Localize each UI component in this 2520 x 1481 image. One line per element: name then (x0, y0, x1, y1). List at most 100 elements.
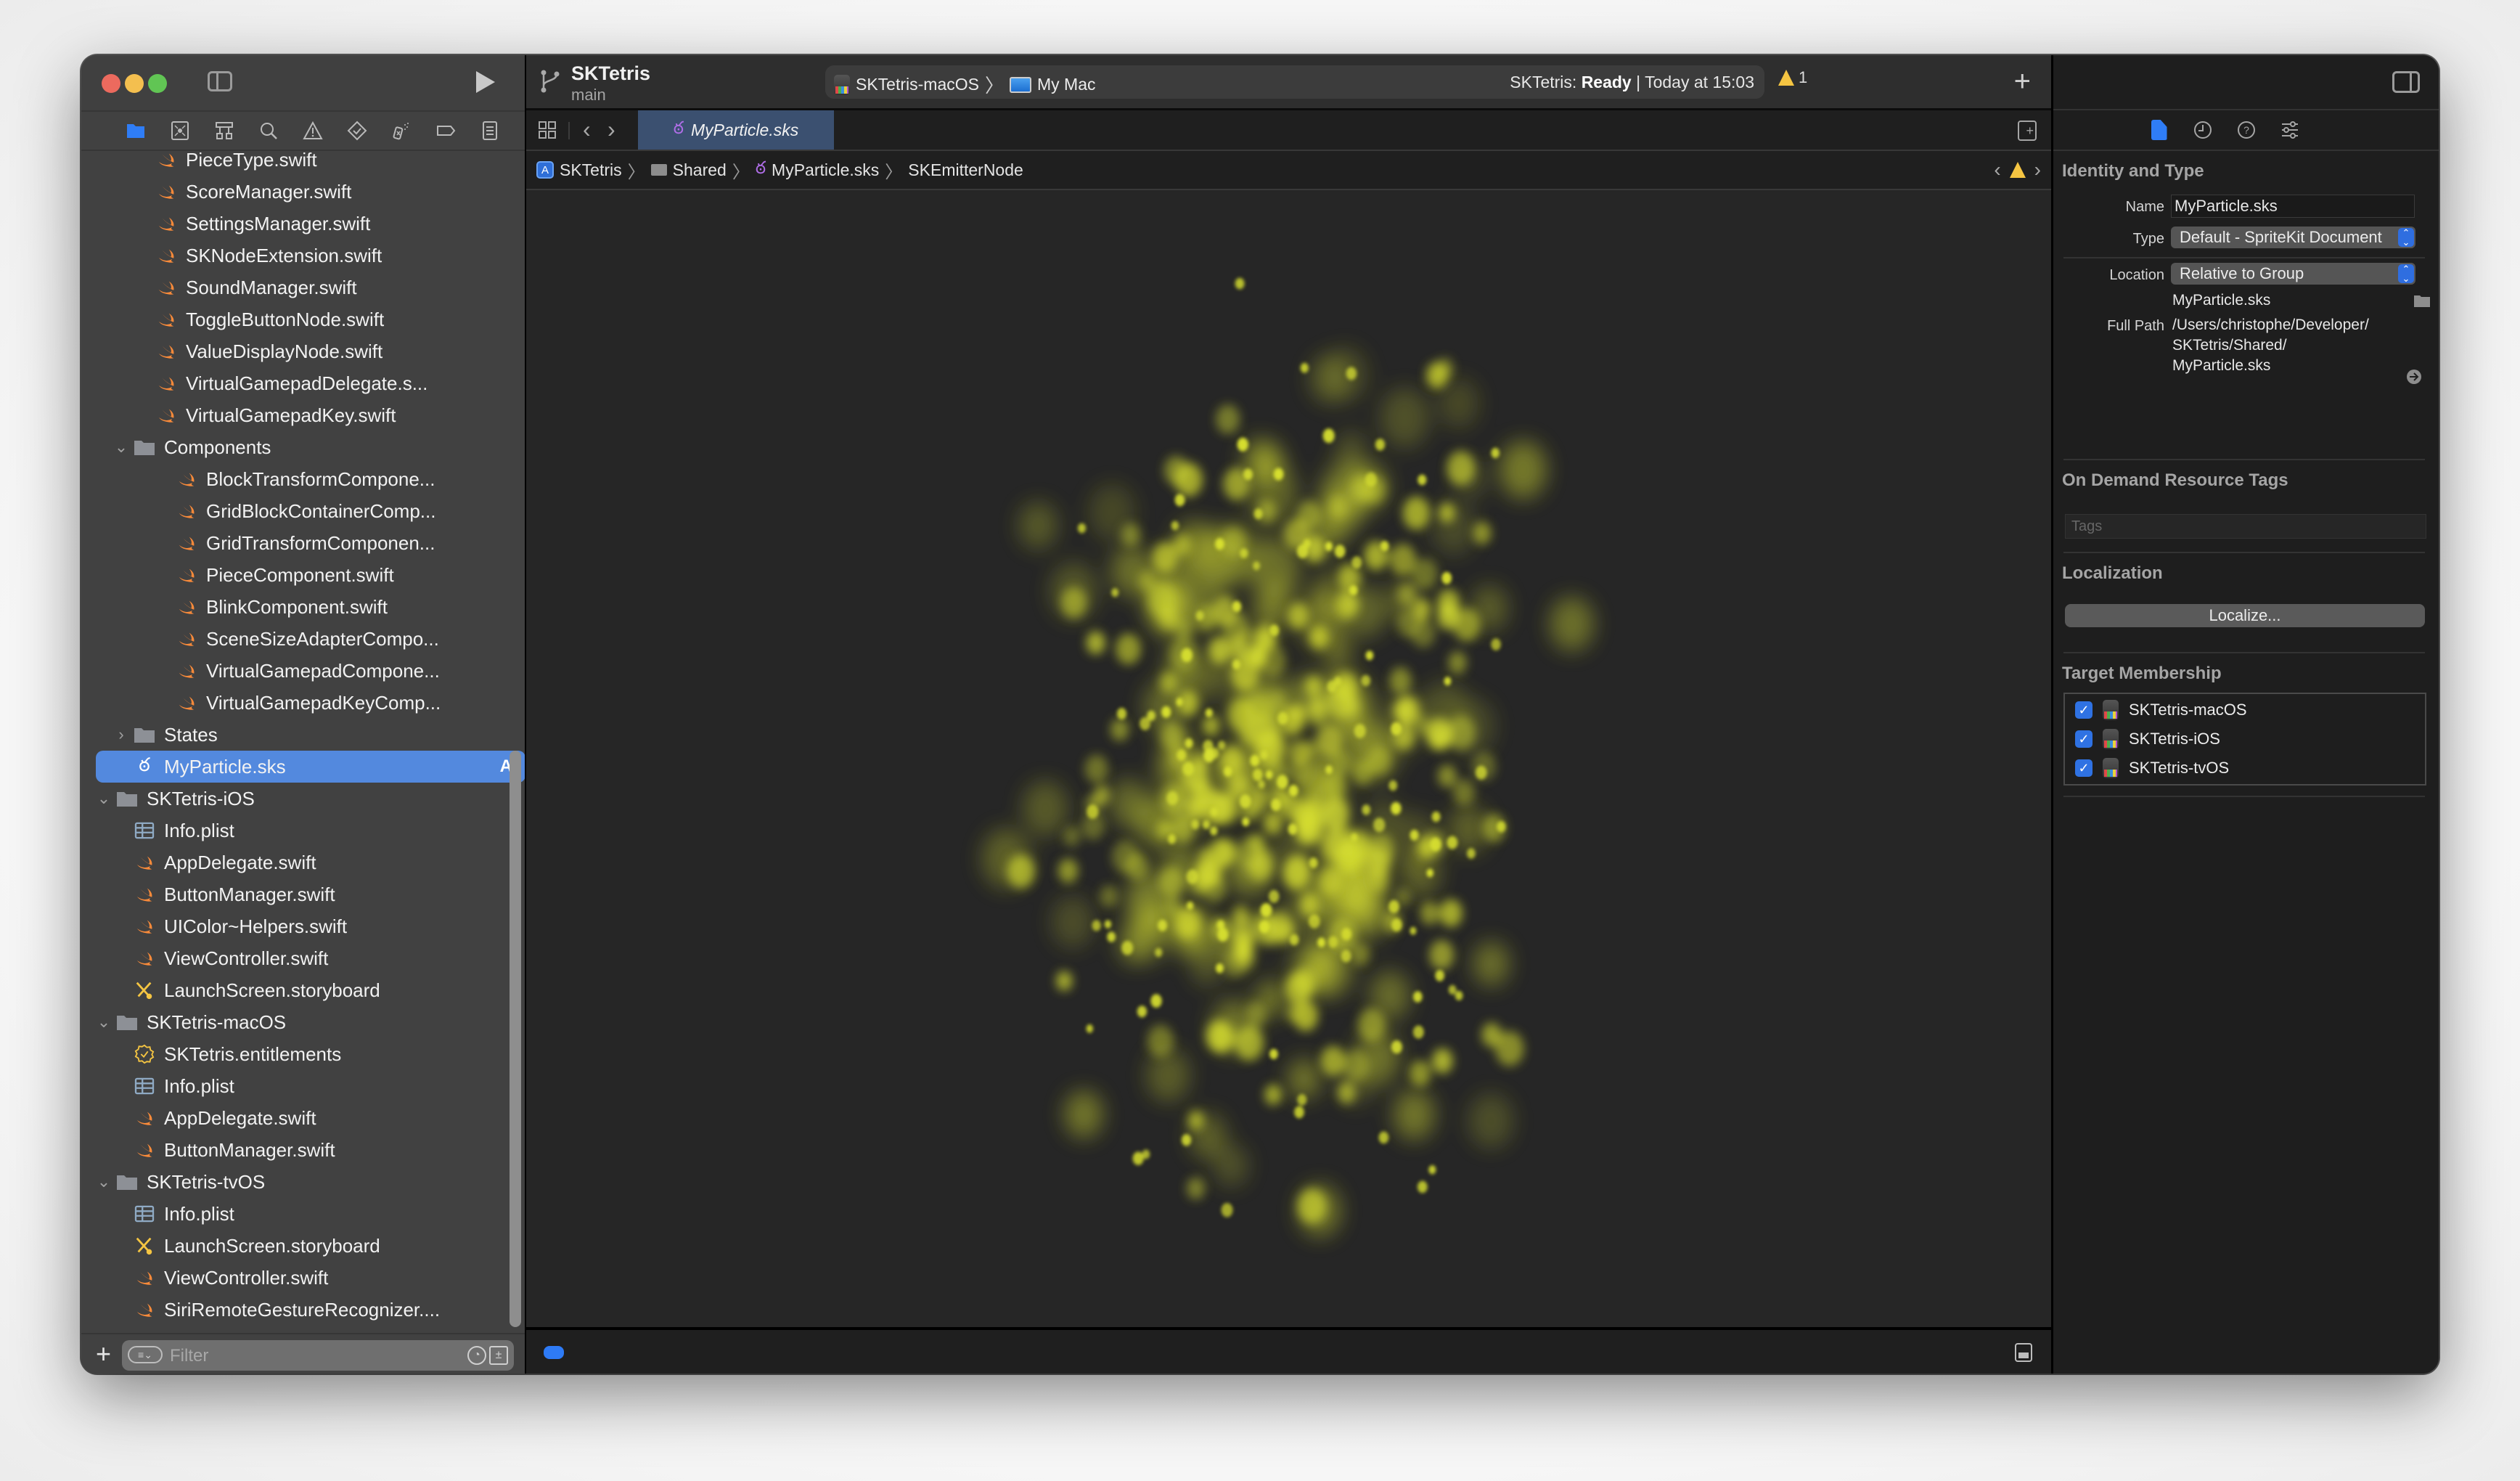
type-popup[interactable]: Default - SpriteKit Document ⌃ ⌄ (2171, 227, 2415, 248)
file-row[interactable]: Info.plist (96, 1070, 525, 1102)
divider (2063, 257, 2425, 258)
toggle-debug-area-icon[interactable] (2015, 1343, 2032, 1362)
name-field[interactable] (2171, 195, 2415, 218)
file-row[interactable]: GridBlockContainerComp... (96, 495, 525, 527)
folder-row[interactable]: ⌄ SKTetris-iOS (96, 783, 488, 815)
warning-badge[interactable]: 1 (1778, 68, 1807, 87)
diamond-check-icon[interactable] (335, 116, 379, 145)
file-row[interactable]: BlinkComponent.swift (96, 591, 525, 623)
file-row[interactable]: SKNodeExtension.swift (96, 240, 525, 272)
file-row[interactable]: SoundManager.swift (96, 272, 525, 303)
warning-icon[interactable] (290, 116, 335, 145)
source-control-icon[interactable] (158, 116, 202, 145)
next-issue-button[interactable]: › (2034, 158, 2041, 181)
file-row[interactable]: SettingsManager.swift (96, 208, 525, 240)
file-row[interactable]: ButtonManager.swift (96, 1134, 525, 1166)
close-button[interactable] (102, 74, 120, 93)
file-row[interactable]: ViewController.swift (96, 942, 525, 974)
target-checkbox[interactable]: ✓ (2075, 759, 2092, 777)
file-row[interactable]: AppDelegate.swift (96, 1102, 525, 1134)
localize-button[interactable]: Localize... (2065, 604, 2425, 627)
file-row[interactable]: ToggleButtonNode.swift (96, 303, 525, 335)
filter-options-icon[interactable]: ≡⌄ (128, 1346, 163, 1363)
file-row[interactable]: ScoreManager.swift (96, 176, 525, 208)
scheme-selector[interactable]: SKTetris-macOS 〉 My Mac (834, 71, 1096, 98)
file-row[interactable]: VirtualGamepadDelegate.s... (96, 367, 525, 399)
file-row[interactable]: PieceComponent.swift (96, 559, 525, 591)
disclosure-expanded-icon[interactable]: ⌄ (113, 438, 129, 457)
history-icon[interactable] (2192, 119, 2214, 141)
folder-icon[interactable] (2413, 293, 2431, 308)
disclosure-expanded-icon[interactable]: ⌄ (96, 789, 112, 808)
file-row[interactable]: LaunchScreen.storyboard (96, 974, 525, 1006)
folder-icon[interactable] (113, 116, 158, 145)
file-row[interactable]: ViewController.swift (96, 1262, 525, 1294)
forward-button[interactable]: › (608, 116, 615, 143)
folder-row[interactable]: ⌄ Components (96, 431, 505, 463)
file-row[interactable]: VirtualGamepadKey.swift (96, 399, 525, 431)
toggle-navigator-icon[interactable] (208, 71, 232, 91)
folder-row[interactable]: ⌄ SKTetris-macOS (96, 1006, 488, 1038)
library-add-button[interactable]: + (2014, 65, 2031, 98)
reveal-in-finder-icon[interactable] (2406, 369, 2422, 385)
previous-issue-button[interactable]: ‹ (1994, 158, 2000, 181)
file-row[interactable]: VirtualGamepadKeyComp... (96, 687, 525, 719)
split-editor-icon[interactable]: + (2018, 121, 2037, 141)
particle (1205, 708, 1213, 718)
breakpoint-icon[interactable] (423, 116, 467, 145)
target-checkbox[interactable]: ✓ (2075, 730, 2092, 748)
file-row[interactable]: ValueDisplayNode.swift (96, 335, 525, 367)
breadcrumb-project[interactable]: A SKTetris (536, 160, 622, 180)
folder-row[interactable]: › States (96, 719, 505, 751)
file-inspector-icon[interactable] (2148, 119, 2170, 141)
run-button[interactable] (476, 71, 495, 93)
search-icon[interactable] (246, 116, 290, 145)
breadcrumb-node[interactable]: SKEmitterNode (908, 160, 1023, 180)
file-row[interactable]: ఠ MyParticle.sks A (96, 751, 525, 783)
disclosure-expanded-icon[interactable]: ⌄ (96, 1013, 112, 1032)
debug-area-indicator[interactable] (544, 1346, 564, 1359)
file-row[interactable]: UIColor~Helpers.swift (96, 910, 525, 942)
recent-files-icon[interactable]: ◔ (467, 1346, 486, 1365)
sidebar-scrollbar[interactable] (510, 751, 521, 1327)
file-row[interactable]: BlockTransformCompone... (96, 463, 525, 495)
tab-myparticle[interactable]: ఠ MyParticle.sks (638, 110, 834, 150)
attributes-inspector-icon[interactable] (2279, 119, 2301, 141)
spray-icon[interactable] (379, 116, 423, 145)
location-popup[interactable]: Relative to Group ⌃ ⌄ (2171, 263, 2415, 285)
file-row[interactable]: AppDelegate.swift (96, 846, 525, 878)
disclosure-expanded-icon[interactable]: ⌄ (96, 1172, 112, 1191)
target-row[interactable]: ✓ SKTetris-tvOS (2075, 755, 2229, 781)
file-row[interactable]: SiriRemoteGestureRecognizer.... (96, 1294, 525, 1326)
zoom-button[interactable] (148, 74, 167, 93)
file-row[interactable]: SKTetris.entitlements (96, 1038, 525, 1070)
file-row[interactable]: LaunchScreen.storyboard (96, 1230, 525, 1262)
disclosure-collapsed-icon[interactable]: › (113, 725, 129, 744)
warning-icon[interactable] (2009, 162, 2026, 178)
toggle-inspector-icon[interactable] (2392, 71, 2420, 93)
tags-input[interactable] (2065, 514, 2426, 539)
file-row[interactable]: Info.plist (96, 1198, 525, 1230)
minimize-button[interactable] (125, 74, 144, 93)
target-row[interactable]: ✓ SKTetris-iOS (2075, 726, 2220, 752)
filter-input[interactable] (168, 1343, 447, 1369)
particle-emitter-canvas[interactable] (526, 190, 2051, 1330)
breadcrumb-file[interactable]: ఠ MyParticle.sks (756, 158, 879, 182)
file-row[interactable]: SceneSizeAdapterCompo... (96, 623, 525, 655)
file-row[interactable]: Info.plist (96, 815, 525, 846)
target-checkbox[interactable]: ✓ (2075, 701, 2092, 719)
add-file-button[interactable]: + (96, 1339, 111, 1369)
file-row[interactable]: VirtualGamepadCompone... (96, 655, 525, 687)
related-items-icon[interactable] (538, 121, 557, 139)
file-row[interactable]: PieceType.swift (96, 152, 525, 176)
file-row[interactable]: ButtonManager.swift (96, 878, 525, 910)
folder-row[interactable]: ⌄ SKTetris-tvOS (96, 1166, 488, 1198)
back-button[interactable]: ‹ (583, 116, 591, 143)
quick-help-icon[interactable]: ? (2235, 119, 2257, 141)
source-control-filter-icon[interactable]: ± (489, 1346, 508, 1365)
list-icon[interactable] (467, 116, 512, 145)
target-row[interactable]: ✓ SKTetris-macOS (2075, 697, 2247, 723)
breadcrumb-group[interactable]: Shared (650, 160, 727, 180)
file-row[interactable]: GridTransformComponen... (96, 527, 525, 559)
hierarchy-icon[interactable] (202, 116, 246, 145)
